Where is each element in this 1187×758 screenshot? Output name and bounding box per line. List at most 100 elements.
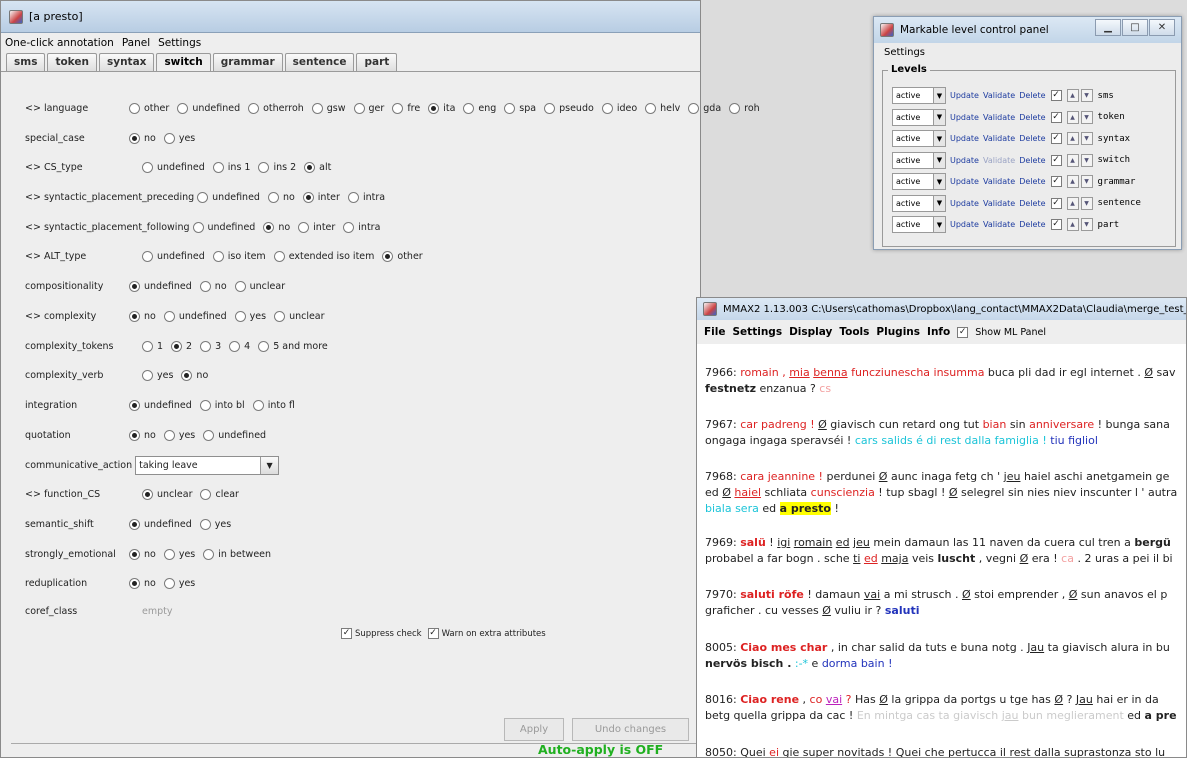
selected-markable[interactable]: a presto xyxy=(779,502,831,515)
text-segment[interactable]: salü xyxy=(740,536,766,549)
text-segment[interactable]: jeu xyxy=(853,536,870,549)
close-icon[interactable]: ✕ xyxy=(1149,19,1175,36)
radio-option[interactable]: ger xyxy=(353,102,384,114)
text-segment[interactable]: luscht xyxy=(938,552,976,565)
radio-option[interactable]: undefined xyxy=(197,191,260,203)
radio-option[interactable]: undefined xyxy=(129,399,192,411)
radio-option[interactable]: intra xyxy=(347,191,385,203)
radio-option[interactable]: other xyxy=(129,102,169,114)
move-down-icon[interactable]: ▼ xyxy=(1080,132,1093,145)
text-segment[interactable]: 7967: xyxy=(705,418,740,431)
move-down-icon[interactable]: ▼ xyxy=(1080,196,1093,210)
radio-selected-icon[interactable] xyxy=(129,280,140,292)
text-segment[interactable]: Jau xyxy=(1076,693,1093,706)
radio-option[interactable]: undefined xyxy=(203,429,266,441)
text-segment[interactable]: funcziunescha insumma xyxy=(848,366,984,379)
tab-grammar[interactable]: grammar xyxy=(212,53,283,71)
radio-unselected-icon[interactable] xyxy=(199,399,211,411)
radio-option[interactable]: unclear xyxy=(234,280,285,292)
text-segment[interactable]: ei xyxy=(769,746,779,757)
text-segment[interactable]: bun meglierament xyxy=(1018,709,1124,722)
text-segment[interactable]: buca pli dad ir egl internet . xyxy=(984,366,1144,379)
text-segment[interactable]: festnetz xyxy=(705,382,756,395)
radio-option[interactable]: 4 xyxy=(229,340,250,352)
text-segment[interactable]: igi xyxy=(777,536,790,549)
level-state-select[interactable]: active xyxy=(892,173,934,190)
radio-unselected-icon[interactable] xyxy=(142,250,153,262)
radio-unselected-icon[interactable] xyxy=(601,102,613,114)
text-segment[interactable]: aunc inaga fetg ch ' xyxy=(887,470,1003,483)
menu-plugins[interactable]: Plugins xyxy=(876,326,920,338)
text-segment[interactable]: Quei xyxy=(740,746,765,757)
text-segment[interactable]: ta giavisch alura in bu xyxy=(1044,641,1170,654)
level-state-select[interactable]: active xyxy=(892,151,934,169)
move-up-icon[interactable]: ▲ xyxy=(1066,153,1079,167)
menu-settings[interactable]: Settings xyxy=(733,326,783,338)
move-down-icon[interactable]: ▼ xyxy=(1080,175,1093,188)
radio-option[interactable]: no xyxy=(129,548,156,560)
validate-link[interactable]: Validate xyxy=(983,220,1015,229)
text-segment[interactable]: Ø xyxy=(1020,552,1029,565)
mmax-titlebar[interactable]: MMAX2 1.13.003 C:\Users\cathomas\Dropbox… xyxy=(697,298,1186,320)
radio-selected-icon[interactable] xyxy=(129,518,140,530)
radio-selected-icon[interactable] xyxy=(142,488,153,500)
text-segment[interactable]: dorma bain ! xyxy=(822,657,893,670)
update-link[interactable]: Update xyxy=(950,220,979,229)
text-segment[interactable]: 7966: xyxy=(705,366,740,379)
text-segment[interactable]: vai xyxy=(864,588,880,601)
text-segment[interactable]: Ø xyxy=(818,418,827,431)
tab-sms[interactable]: sms xyxy=(6,53,46,71)
level-panel-settings-menu[interactable]: Settings xyxy=(884,47,925,58)
radio-option[interactable]: no xyxy=(129,429,156,441)
radio-option[interactable]: 3 xyxy=(200,340,221,352)
chevron-down-icon[interactable]: ▼ xyxy=(934,151,946,169)
radio-unselected-icon[interactable] xyxy=(463,102,475,114)
text-segment[interactable]: Has xyxy=(851,693,879,706)
text-segment[interactable]: ! damaun xyxy=(804,588,864,601)
text-segment[interactable]: cara jeannine ! xyxy=(740,470,826,483)
radio-option[interactable]: undefined xyxy=(142,161,205,173)
text-segment[interactable]: giavisch cun retard ong tut xyxy=(827,418,983,431)
attribute-window-titlebar[interactable]: [a presto] xyxy=(1,1,700,33)
text-segment[interactable]: 7969: xyxy=(705,536,740,549)
radio-unselected-icon[interactable] xyxy=(688,102,700,114)
text-segment[interactable]: , xyxy=(799,693,810,706)
delete-link[interactable]: Delete xyxy=(1019,134,1045,143)
move-down-icon[interactable]: ▼ xyxy=(1080,218,1093,231)
radio-option[interactable]: undefined xyxy=(177,102,240,114)
radio-unselected-icon[interactable] xyxy=(200,340,212,352)
text-segment[interactable]: a pre xyxy=(1145,709,1177,722)
text-segment[interactable]: probabel a far bogn . sche xyxy=(705,552,853,565)
menu-info[interactable]: Info xyxy=(927,326,950,338)
chevron-down-icon[interactable]: ▼ xyxy=(934,108,946,126)
radio-option[interactable]: extended iso item xyxy=(273,250,374,262)
radio-selected-icon[interactable] xyxy=(428,102,440,114)
menu-panel[interactable]: Panel xyxy=(122,37,150,49)
radio-unselected-icon[interactable] xyxy=(129,102,140,114)
maximize-icon[interactable]: □ xyxy=(1122,19,1148,36)
apply-button[interactable]: Apply xyxy=(504,718,564,741)
move-up-icon[interactable]: ▲ xyxy=(1066,218,1079,231)
radio-option[interactable]: other xyxy=(382,250,423,262)
radio-unselected-icon[interactable] xyxy=(163,548,175,560)
text-segment[interactable]: sav xyxy=(1153,366,1175,379)
radio-selected-icon[interactable] xyxy=(171,340,183,352)
radio-option[interactable]: eng xyxy=(463,102,496,114)
radio-selected-icon[interactable] xyxy=(382,250,394,262)
menu-one-click-annotation[interactable]: One-click annotation xyxy=(5,37,114,49)
text-segment[interactable]: hai er in da xyxy=(1093,693,1158,706)
minimize-icon[interactable]: ▁ xyxy=(1095,19,1121,36)
chevron-down-icon[interactable]: ▼ xyxy=(934,130,946,147)
radio-option[interactable]: no xyxy=(129,310,156,322)
text-segment[interactable]: nervös bisch . xyxy=(705,657,791,670)
tab-sentence[interactable]: sentence xyxy=(284,53,355,71)
delete-link[interactable]: Delete xyxy=(1019,156,1045,165)
radio-unselected-icon[interactable] xyxy=(258,340,270,352)
radio-unselected-icon[interactable] xyxy=(203,548,215,560)
radio-option[interactable]: in between xyxy=(203,548,271,560)
text-segment[interactable]: benna xyxy=(813,366,847,379)
text-segment[interactable]: gie super novitads ! Quei xyxy=(779,746,925,757)
text-segment[interactable]: haiel aschi anetgamein ge xyxy=(1020,470,1169,483)
text-segment[interactable]: 7968: xyxy=(705,470,740,483)
text-segment[interactable]: Ø xyxy=(1144,366,1153,379)
